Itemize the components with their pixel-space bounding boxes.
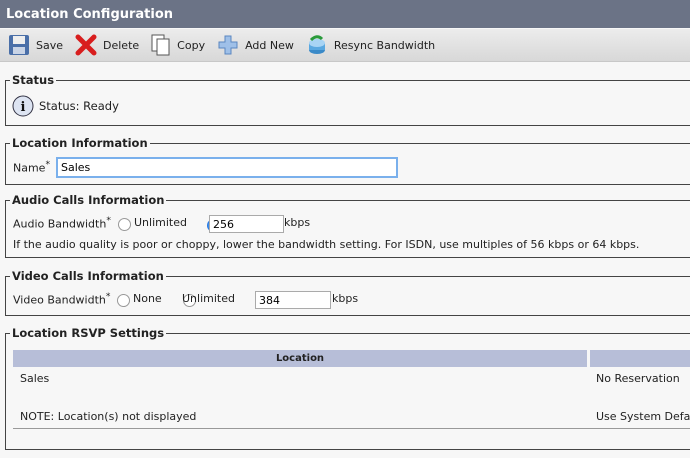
table-cell-location: Sales bbox=[20, 372, 50, 385]
video-none-radio[interactable] bbox=[117, 293, 130, 307]
audio-bandwidth-label-text: Audio Bandwidth bbox=[13, 217, 107, 231]
required-marker: * bbox=[45, 159, 51, 170]
copy-label: Copy bbox=[177, 38, 206, 52]
audio-unit: kbps bbox=[284, 216, 311, 229]
save-button[interactable]: Save bbox=[8, 34, 63, 56]
table-cell-note: NOTE: Location(s) not displayed bbox=[20, 410, 197, 423]
audio-bandwidth-input[interactable] bbox=[209, 215, 284, 233]
delete-label: Delete bbox=[103, 38, 140, 52]
save-label: Save bbox=[36, 38, 64, 52]
name-label-text: Name bbox=[13, 161, 46, 175]
name-label: Name* bbox=[13, 159, 50, 175]
location-info-legend: Location Information bbox=[10, 136, 150, 150]
svg-text:i: i bbox=[21, 100, 26, 115]
required-marker: * bbox=[106, 215, 111, 226]
rsvp-legend: Location RSVP Settings bbox=[10, 326, 167, 340]
name-input[interactable] bbox=[56, 157, 398, 178]
add-new-label: Add New bbox=[245, 38, 294, 52]
audio-legend: Audio Calls Information bbox=[10, 193, 167, 207]
video-bandwidth-label: Video Bandwidth* bbox=[13, 291, 110, 307]
video-none-label: None bbox=[133, 292, 162, 305]
add-new-button[interactable]: Add New bbox=[217, 34, 294, 56]
resync-bandwidth-button[interactable]: Resync Bandwidth bbox=[306, 34, 435, 56]
copy-button[interactable]: Copy bbox=[151, 34, 205, 56]
resync-label: Resync Bandwidth bbox=[333, 38, 436, 52]
delete-x-icon bbox=[75, 34, 97, 56]
info-icon: i bbox=[12, 95, 34, 117]
delete-button[interactable]: Delete bbox=[75, 34, 139, 56]
audio-bandwidth-label: Audio Bandwidth* bbox=[13, 215, 111, 231]
table-cell-rsvp: No Reservation bbox=[596, 372, 680, 385]
video-unlimited-label: Unlimited bbox=[182, 292, 235, 305]
video-legend: Video Calls Information bbox=[10, 269, 166, 283]
status-legend: Status bbox=[10, 73, 57, 87]
column-header-rsvp-setting bbox=[590, 350, 690, 367]
video-unit: kbps bbox=[332, 292, 359, 305]
table-divider bbox=[13, 428, 690, 429]
video-bandwidth-input[interactable] bbox=[255, 291, 331, 309]
audio-calls-section: Audio Calls Information Audio Bandwidth*… bbox=[5, 193, 690, 258]
plus-icon bbox=[218, 35, 238, 55]
video-bandwidth-label-text: Video Bandwidth bbox=[13, 293, 106, 307]
required-marker: * bbox=[105, 291, 111, 302]
floppy-disk-icon bbox=[9, 35, 29, 55]
toolbar: Save Delete Copy Add New Resync Bandwidt… bbox=[0, 29, 690, 62]
audio-unlimited-radio[interactable] bbox=[118, 217, 131, 231]
audio-unlimited-label: Unlimited bbox=[134, 216, 187, 229]
table-cell-rsvp-default: Use System Defau bbox=[596, 410, 690, 423]
resync-icon bbox=[308, 35, 325, 54]
copy-icon bbox=[151, 34, 170, 56]
page-title: Location Configuration bbox=[0, 0, 690, 28]
column-header-location: Location bbox=[13, 350, 587, 367]
location-rsvp-section: Location RSVP Settings Location Sales No… bbox=[5, 326, 690, 450]
location-information-section: Location Information Name* bbox=[5, 136, 690, 185]
audio-note: If the audio quality is poor or choppy, … bbox=[13, 238, 640, 251]
video-calls-section: Video Calls Information Video Bandwidth*… bbox=[5, 269, 690, 316]
status-section: Status i Status: Ready bbox=[5, 73, 690, 126]
status-text: Status: Ready bbox=[39, 99, 119, 113]
